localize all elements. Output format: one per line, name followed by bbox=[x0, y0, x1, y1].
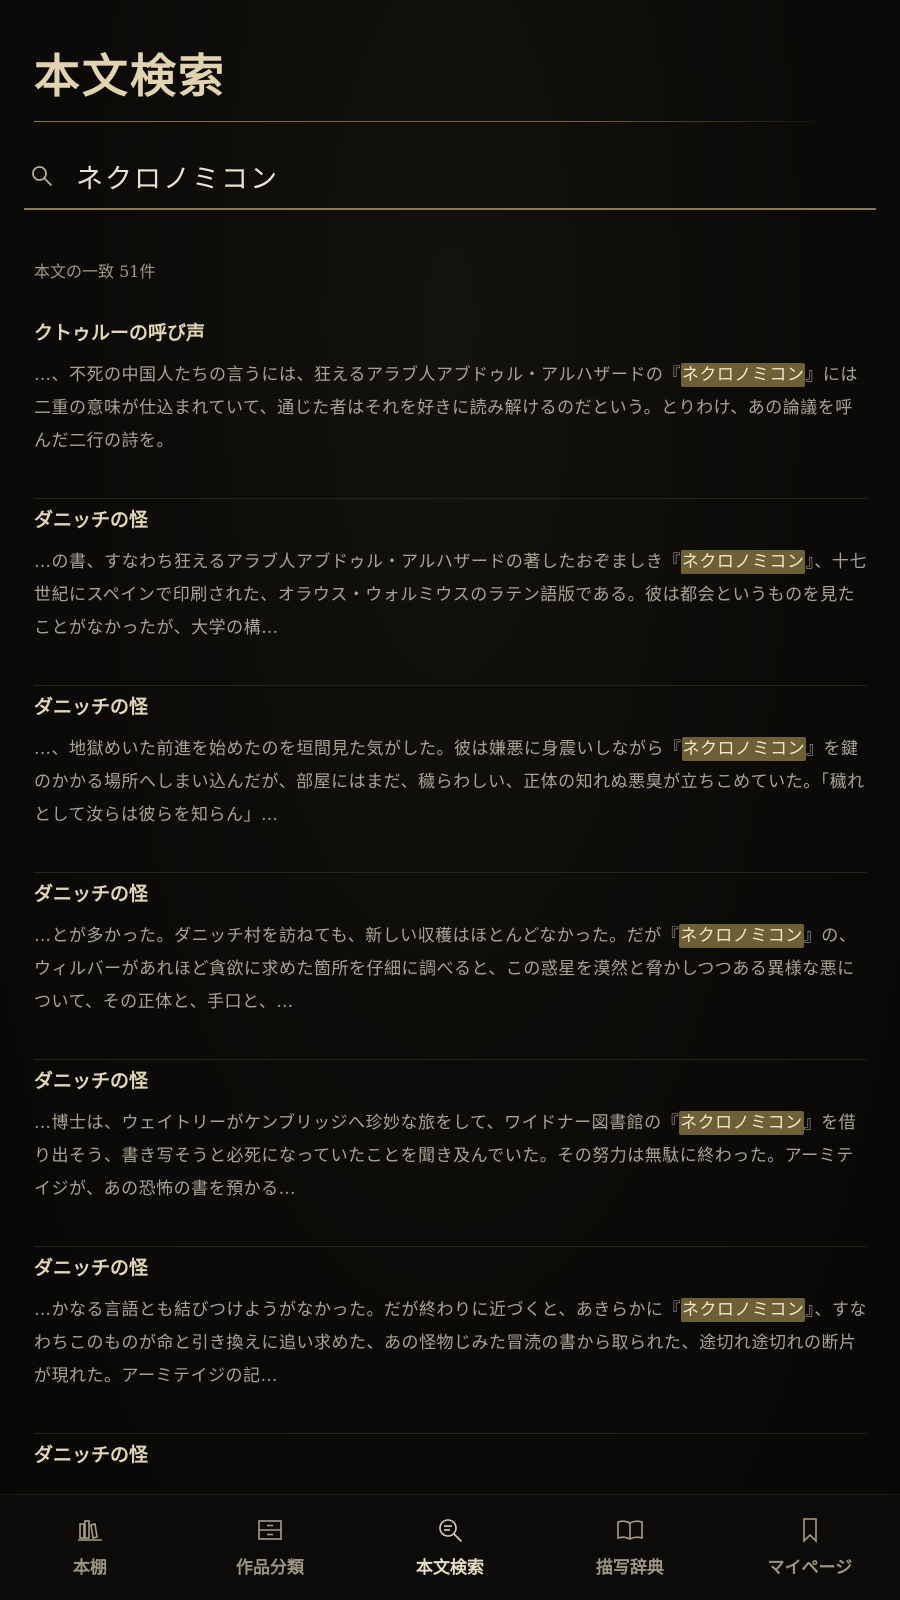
nav-label: 作品分類 bbox=[236, 1558, 304, 1578]
result-item[interactable]: ダニッチの怪 …かなる言語とも結びつけようがなかった。だが終わりに近づくと、あき… bbox=[34, 1247, 867, 1434]
result-item[interactable]: ダニッチの怪 …の書、すなわち狂えるアラブ人アブドゥル・アルハザードの著したおぞ… bbox=[34, 499, 867, 686]
result-item[interactable]: クトゥルーの呼び声 …、不死の中国人たちの言うには、狂えるアラブ人アブドゥル・ア… bbox=[34, 312, 867, 499]
match-highlight: ネクロノミコン bbox=[680, 1298, 806, 1322]
cabinet-icon bbox=[258, 1520, 282, 1540]
results-list: クトゥルーの呼び声 …、不死の中国人たちの言うには、狂えるアラブ人アブドゥル・ア… bbox=[34, 312, 867, 1482]
result-snippet: …博士は、ウェイトリーがケンブリッジへ珍妙な旅をして、ワイドナー図書館の『ネクロ… bbox=[34, 1111, 857, 1199]
bookshelf-icon bbox=[78, 1520, 102, 1541]
page-title: 本文検索 bbox=[34, 49, 226, 103]
search-bar[interactable] bbox=[24, 150, 876, 210]
result-item[interactable]: ダニッチの怪 …、地獄めいた前進を始めたのを垣間見た気がした。彼は嫌悪に身震いし… bbox=[34, 686, 867, 873]
result-snippet: …の書、すなわち狂えるアラブ人アブドゥル・アルハザードの著したおぞましき『ネクロ… bbox=[34, 550, 867, 638]
result-snippet: …とが多かった。ダニッチ村を訪ねても、新しい収穫はほとんどなかった。だが『ネクロ… bbox=[34, 924, 857, 1012]
search-icon bbox=[32, 166, 52, 186]
result-snippet: …、不死の中国人たちの言うには、狂えるアラブ人アブドゥル・アルハザードの『ネクロ… bbox=[34, 363, 858, 451]
open-book-icon bbox=[617, 1520, 643, 1540]
result-title[interactable]: ダニッチの怪 bbox=[34, 505, 867, 532]
nav-label: 描写辞典 bbox=[596, 1558, 664, 1578]
result-snippet: …、地獄めいた前進を始めたのを垣間見た気がした。彼は嫌悪に身震いしながら『ネクロ… bbox=[34, 737, 865, 825]
text-search-icon bbox=[439, 1519, 462, 1542]
nav-item-bookshelf[interactable]: 本棚 bbox=[0, 1495, 180, 1600]
search-input[interactable] bbox=[76, 154, 856, 198]
result-title[interactable]: ダニッチの怪 bbox=[34, 692, 867, 719]
result-item[interactable]: ダニッチの怪 …博士は、ウェイトリーがケンブリッジへ珍妙な旅をして、ワイドナー図… bbox=[34, 1060, 867, 1247]
nav-label: 本文検索 bbox=[416, 1558, 484, 1578]
bottom-nav: 本棚 作品分類 本文検索 描写辞典 マイページ bbox=[0, 1494, 900, 1600]
nav-item-mypage[interactable]: マイページ bbox=[720, 1495, 900, 1600]
result-title[interactable]: ダニッチの怪 bbox=[34, 879, 867, 906]
nav-item-categories[interactable]: 作品分類 bbox=[180, 1495, 360, 1600]
result-title[interactable]: ダニッチの怪 bbox=[34, 1253, 867, 1280]
match-highlight: ネクロノミコン bbox=[681, 737, 806, 761]
result-title[interactable]: クトゥルーの呼び声 bbox=[34, 318, 867, 345]
result-snippet: …かなる言語とも結びつけようがなかった。だが終わりに近づくと、あきらかに『ネクロ… bbox=[34, 1298, 867, 1386]
match-highlight: ネクロノミコン bbox=[679, 1111, 804, 1135]
match-highlight: ネクロノミコン bbox=[680, 550, 806, 574]
nav-item-text-search[interactable]: 本文検索 bbox=[360, 1495, 540, 1600]
match-highlight: ネクロノミコン bbox=[680, 363, 806, 387]
nav-label: マイページ bbox=[767, 1558, 853, 1578]
nav-item-dictionary[interactable]: 描写辞典 bbox=[540, 1495, 720, 1600]
title-divider bbox=[34, 121, 834, 122]
result-title[interactable]: ダニッチの怪 bbox=[34, 1440, 867, 1467]
match-highlight: ネクロノミコン bbox=[679, 924, 804, 948]
result-item[interactable]: ダニッチの怪 …とが多かった。ダニッチ村を訪ねても、新しい収穫はほとんどなかった… bbox=[34, 873, 867, 1060]
result-count: 本文の一致 51件 bbox=[34, 262, 156, 281]
nav-label: 本棚 bbox=[73, 1558, 107, 1578]
bookmark-icon bbox=[803, 1518, 817, 1543]
result-item[interactable]: ダニッチの怪 bbox=[34, 1434, 867, 1482]
result-title[interactable]: ダニッチの怪 bbox=[34, 1066, 867, 1093]
